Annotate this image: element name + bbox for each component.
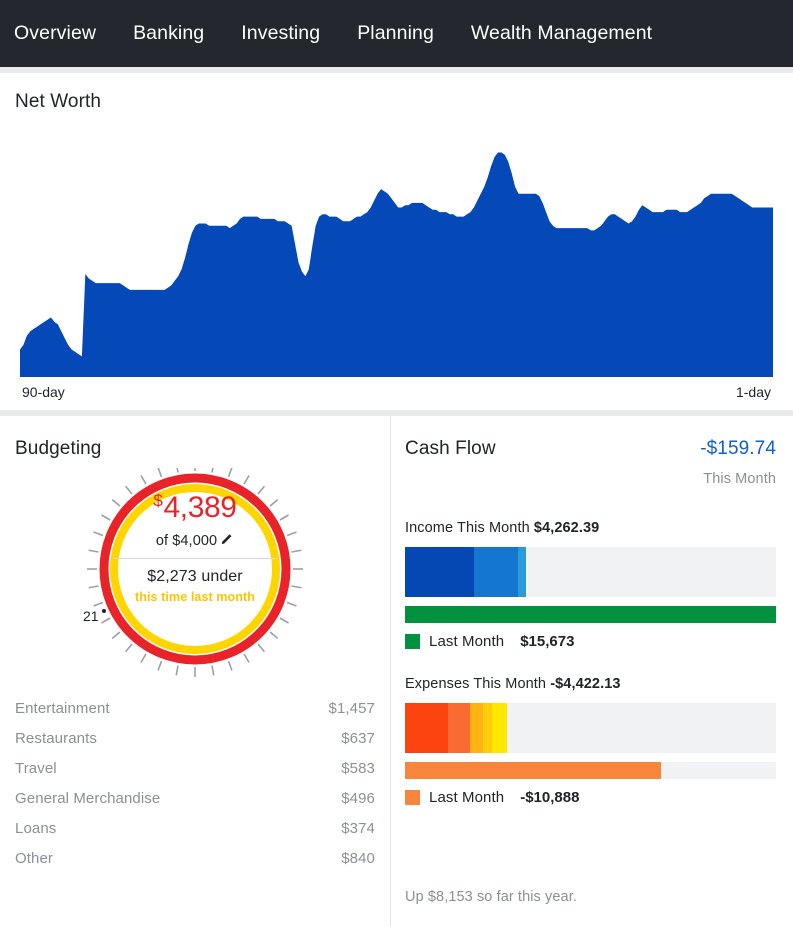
budget-category-name: Restaurants: [15, 729, 97, 747]
bar-segment: [518, 547, 526, 597]
budget-category-list: Entertainment $1,457 Restaurants $637 Travel…: [15, 693, 375, 873]
bar-segment: [482, 703, 493, 753]
nav-item-planning[interactable]: Planning: [357, 22, 457, 45]
income-legend: Last Month $15,673: [405, 633, 776, 650]
main-navigation: Overview Banking Investing Planning Weal…: [0, 0, 793, 67]
bar-segment: [473, 547, 519, 597]
dashboard-root: Overview Banking Investing Planning Weal…: [0, 0, 793, 926]
bar-segment: [469, 703, 483, 753]
net-worth-chart[interactable]: [20, 125, 773, 377]
cash-flow-period: This Month: [703, 471, 776, 487]
gauge-dollar-sign: $: [153, 491, 163, 510]
income-label-row: Income This Month $4,262.39: [405, 520, 776, 536]
gauge-of-label: of $4,000: [155, 533, 218, 549]
axis-label-right: 1-day: [735, 384, 771, 400]
budget-category-row[interactable]: Travel $583: [15, 753, 375, 783]
budget-category-row[interactable]: General Merchandise $496: [15, 783, 375, 813]
budget-gauge[interactable]: $4,389 of $4,000 $2,273 under this time …: [15, 468, 375, 683]
cash-flow-footer: Up $8,153 so far this year.: [405, 889, 577, 905]
pencil-icon[interactable]: [221, 533, 234, 550]
gauge-amount: $4,389: [107, 492, 283, 523]
budget-category-value: $840: [341, 849, 375, 867]
nav-item-investing[interactable]: Investing: [241, 22, 343, 45]
degree-dot-icon: [101, 609, 106, 613]
budgeting-title: Budgeting: [15, 438, 102, 459]
gauge-comparison-label: this time last month: [134, 590, 256, 604]
net-worth-area-path: [20, 152, 773, 377]
expenses-legend-value: -$10,888: [520, 789, 580, 806]
budgeting-panel: Budgeting $4,389 of $4,000 $2,273 under …: [0, 416, 390, 926]
expenses-label: Expenses This Month: [405, 676, 547, 692]
income-legend-swatch: [405, 634, 420, 649]
income-last-month-fill: [405, 606, 776, 623]
income-bar[interactable]: [405, 547, 776, 597]
budget-category-value: $496: [341, 789, 375, 807]
gauge-amount-value: 4,389: [163, 491, 237, 524]
cash-flow-panel: Cash Flow -$159.74 This Month Income Thi…: [391, 416, 793, 926]
budget-category-row[interactable]: Restaurants $637: [15, 723, 375, 753]
expenses-last-month-track: [405, 762, 776, 779]
expenses-bar[interactable]: [405, 703, 776, 753]
gauge-center-text: $4,389 of $4,000 $2,273 under this time …: [107, 492, 283, 606]
net-worth-card: Net Worth 90-day 1-day: [0, 73, 793, 410]
budget-category-name: Travel: [15, 759, 57, 777]
expenses-last-month-fill: [405, 762, 661, 779]
axis-label-left: 90-day: [22, 384, 65, 400]
expenses-amount: -$4,422.13: [550, 676, 621, 692]
cash-flow-title: Cash Flow: [405, 438, 496, 459]
cash-flow-header: Cash Flow -$159.74 This Month: [405, 438, 776, 487]
net-worth-area-chart: [20, 152, 773, 377]
budget-category-row[interactable]: Loans $374: [15, 813, 375, 843]
bar-segment: [405, 703, 448, 753]
nav-item-banking[interactable]: Banking: [133, 22, 227, 45]
budget-category-value: $583: [341, 759, 375, 777]
expenses-label-row: Expenses This Month -$4,422.13: [405, 676, 776, 692]
budget-category-value: $374: [341, 819, 375, 837]
gauge-budget-target: of $4,000: [107, 532, 283, 549]
budget-category-name: General Merchandise: [15, 789, 161, 807]
budget-category-value: $1,457: [328, 699, 375, 717]
income-legend-label: Last Month: [429, 633, 505, 650]
budget-category-row[interactable]: Entertainment $1,457: [15, 693, 375, 723]
budget-category-value: $637: [341, 729, 375, 747]
net-worth-title: Net Worth: [15, 91, 102, 112]
budget-category-name: Other: [15, 849, 54, 867]
bottom-row: Budgeting $4,389 of $4,000 $2,273 under …: [0, 416, 793, 926]
bar-segment: [447, 703, 470, 753]
cash-flow-net-amount: -$159.74: [700, 438, 776, 459]
income-legend-value: $15,673: [520, 633, 575, 650]
bar-segment: [492, 703, 507, 753]
bar-segment: [405, 547, 474, 597]
expenses-legend-label: Last Month: [429, 789, 505, 806]
gauge-tick-number: 21: [83, 608, 99, 624]
budget-category-name: Loans: [15, 819, 57, 837]
nav-item-overview[interactable]: Overview: [14, 22, 119, 45]
gauge-under-amount: $2,273 under: [147, 568, 243, 585]
gauge-tick-label: 21: [83, 608, 106, 624]
budget-category-row[interactable]: Other $840: [15, 843, 375, 873]
cash-flow-net-block: -$159.74 This Month: [700, 438, 776, 487]
nav-item-wealth-management[interactable]: Wealth Management: [471, 22, 675, 45]
income-last-month-track: [405, 606, 776, 623]
gauge-divider: [113, 558, 277, 559]
net-worth-axis: 90-day 1-day: [0, 377, 793, 410]
expenses-legend-swatch: [405, 790, 420, 805]
income-label: Income This Month: [405, 520, 530, 536]
income-amount: $4,262.39: [533, 520, 600, 536]
expenses-legend: Last Month -$10,888: [405, 789, 776, 806]
budget-category-name: Entertainment: [15, 699, 110, 717]
